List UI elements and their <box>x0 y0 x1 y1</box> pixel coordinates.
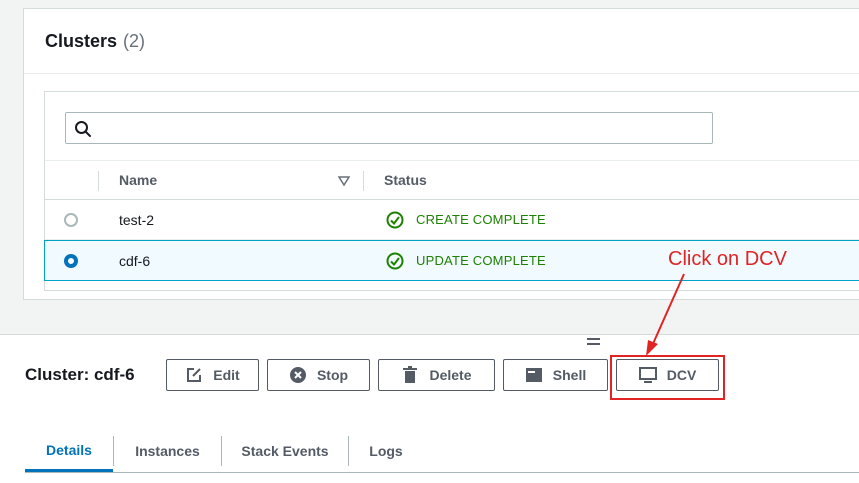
panel-title: Clusters <box>45 30 118 51</box>
sort-down-icon[interactable] <box>338 175 350 187</box>
table-header: Name Status <box>45 160 859 200</box>
column-header-status[interactable]: Status <box>384 172 427 188</box>
shell-button-label: Shell <box>552 367 587 383</box>
stop-icon <box>289 367 306 383</box>
search-icon <box>75 121 91 137</box>
edit-button-label: Edit <box>213 367 240 383</box>
check-circle-icon <box>386 211 404 229</box>
edit-button[interactable]: Edit <box>166 359 259 391</box>
cluster-count: (2) <box>123 30 146 51</box>
tab-stack-events[interactable]: Stack Events <box>222 430 348 472</box>
cluster-detail-title: Cluster: cdf-6 <box>25 365 135 384</box>
tab-logs[interactable]: Logs <box>349 430 423 472</box>
cluster-name: test-2 <box>119 212 155 228</box>
resize-handle[interactable] <box>587 338 600 348</box>
detail-tabs: Details Instances Stack Events Logs <box>25 430 859 473</box>
stop-button-label: Stop <box>316 367 349 383</box>
tab-instances[interactable]: Instances <box>114 430 221 472</box>
delete-button[interactable]: Delete <box>378 359 495 391</box>
panel-header: Clusters (2) <box>24 9 859 74</box>
row-radio[interactable] <box>64 213 78 227</box>
delete-button-label: Delete <box>429 367 472 383</box>
dcv-highlight-box <box>610 355 725 400</box>
trash-icon <box>403 366 418 383</box>
cluster-detail-panel: Cluster: cdf-6 Edit Stop Delete Shell DC… <box>0 335 859 483</box>
edit-icon <box>187 368 202 382</box>
tab-details[interactable]: Details <box>25 430 113 472</box>
column-header-name[interactable]: Name <box>119 172 157 188</box>
search-input[interactable] <box>65 112 713 144</box>
shell-button[interactable]: Shell <box>503 359 608 391</box>
cluster-status: CREATE COMPLETE <box>416 212 546 227</box>
row-radio-selected[interactable] <box>64 254 78 268</box>
table-row[interactable]: test-2 CREATE COMPLETE <box>45 200 859 240</box>
annotation-arrow <box>646 273 685 356</box>
cluster-status: UPDATE COMPLETE <box>416 253 546 268</box>
cluster-name: cdf-6 <box>119 253 151 269</box>
check-circle-icon <box>386 252 404 270</box>
terminal-icon <box>525 368 542 382</box>
annotation-text: Click on DCV <box>668 248 787 270</box>
stop-button[interactable]: Stop <box>267 359 370 391</box>
